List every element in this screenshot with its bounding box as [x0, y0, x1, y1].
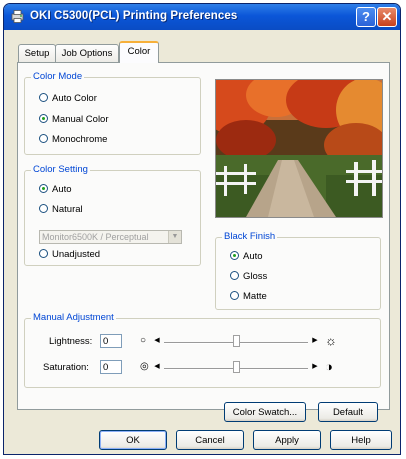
- radio-label: Matte: [243, 291, 267, 302]
- color-swatch-button[interactable]: Color Swatch...: [224, 402, 306, 422]
- saturation-input[interactable]: [100, 360, 122, 374]
- circle-icon: ○: [140, 335, 147, 346]
- tab-job-options[interactable]: Job Options: [55, 44, 119, 62]
- color-setting-group: Color Setting Auto Natural Monitor6500K …: [24, 164, 201, 266]
- tab-color[interactable]: Color: [119, 41, 159, 63]
- black-finish-group: Black Finish Auto Gloss Matte: [215, 231, 381, 310]
- radio-selected-icon: [39, 183, 48, 193]
- select-value: Monitor6500K / Perceptual: [42, 232, 149, 242]
- printing-preferences-dialog: OKI C5300(PCL) Printing Preferences ? ✕ …: [3, 3, 401, 455]
- radio-monochrome[interactable]: Monochrome: [39, 133, 108, 145]
- radio-auto-color[interactable]: Auto Color: [39, 92, 97, 104]
- color-tab-panel: Color Mode Auto Color Manual Color Monoc…: [17, 62, 390, 422]
- lightness-label: Lightness:: [49, 336, 93, 347]
- arrow-left-icon[interactable]: ◀: [153, 361, 161, 372]
- close-icon: ✕: [381, 9, 393, 24]
- radio-label: Monochrome: [52, 134, 108, 145]
- swirl-icon: ◎: [140, 361, 149, 372]
- radio-circle-icon: [230, 290, 239, 300]
- radio-matte[interactable]: Matte: [230, 290, 267, 302]
- color-profile-select[interactable]: Monitor6500K / Perceptual ▼: [39, 230, 182, 244]
- contrast-icon: ◑: [325, 359, 333, 374]
- radio-circle-icon: [230, 270, 239, 280]
- radio-circle-icon: [39, 248, 48, 258]
- chevron-down-icon: ▼: [168, 231, 181, 243]
- radio-circle-icon: [39, 203, 48, 213]
- manual-adjustment-group: Manual Adjustment Lightness: ○ ◀ ▶ ☼ Sat…: [24, 312, 381, 388]
- color-mode-label: Color Mode: [31, 71, 85, 82]
- close-title-button[interactable]: ✕: [377, 7, 397, 27]
- black-finish-label: Black Finish: [222, 231, 278, 242]
- question-mark-icon: ?: [362, 9, 370, 24]
- color-setting-label: Color Setting: [31, 164, 90, 175]
- radio-gloss[interactable]: Gloss: [230, 270, 268, 282]
- sun-icon: ☼: [325, 333, 337, 348]
- color-mode-group: Color Mode Auto Color Manual Color Monoc…: [24, 71, 201, 155]
- radio-selected-icon: [230, 250, 239, 260]
- printer-icon: [11, 10, 24, 23]
- radio-finish-auto[interactable]: Auto: [230, 250, 263, 262]
- radio-circle-icon: [39, 133, 48, 143]
- radio-color-auto[interactable]: Auto: [39, 183, 72, 195]
- arrow-right-icon[interactable]: ▶: [311, 335, 319, 346]
- arrow-right-icon[interactable]: ▶: [311, 361, 319, 372]
- radio-label: Auto: [243, 251, 263, 262]
- manual-adjustment-label: Manual Adjustment: [31, 312, 116, 323]
- default-button[interactable]: Default: [318, 402, 378, 422]
- radio-label: Natural: [52, 204, 83, 215]
- saturation-slider[interactable]: ◀ ▶: [152, 359, 320, 375]
- help-title-button[interactable]: ?: [356, 7, 376, 27]
- radio-label: Auto: [52, 184, 72, 195]
- help-button[interactable]: Help: [330, 430, 392, 450]
- radio-manual-color[interactable]: Manual Color: [39, 113, 109, 125]
- slider-thumb[interactable]: [232, 361, 240, 373]
- lightness-input[interactable]: [100, 334, 122, 348]
- radio-selected-icon: [39, 113, 48, 123]
- saturation-label: Saturation:: [43, 362, 89, 373]
- apply-button[interactable]: Apply: [253, 430, 321, 450]
- radio-unadjusted[interactable]: Unadjusted: [39, 248, 101, 260]
- tab-setup[interactable]: Setup: [18, 44, 56, 62]
- window-title: OKI C5300(PCL) Printing Preferences: [30, 10, 238, 22]
- radio-label: Manual Color: [52, 114, 109, 125]
- radio-natural[interactable]: Natural: [39, 203, 83, 215]
- preview-image: [215, 79, 383, 218]
- title-bar: OKI C5300(PCL) Printing Preferences ? ✕: [4, 4, 400, 30]
- radio-circle-icon: [39, 92, 48, 102]
- ok-button[interactable]: OK: [99, 430, 167, 450]
- slider-thumb[interactable]: [232, 335, 240, 347]
- lightness-slider[interactable]: ◀ ▶: [152, 333, 320, 349]
- radio-label: Unadjusted: [52, 249, 101, 260]
- arrow-left-icon[interactable]: ◀: [153, 335, 161, 346]
- radio-label: Gloss: [243, 271, 268, 282]
- radio-label: Auto Color: [52, 93, 97, 104]
- cancel-button[interactable]: Cancel: [176, 430, 244, 450]
